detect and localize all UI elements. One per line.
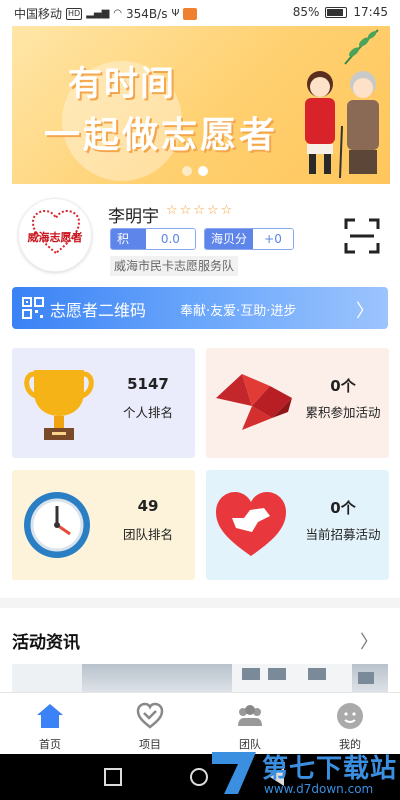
elderly-woman-illustration <box>339 71 379 178</box>
recents-icon[interactable] <box>104 768 122 786</box>
battery-percent: 85% <box>292 5 320 19</box>
user-name: 李明宇 <box>108 207 159 227</box>
status-bar: 中国移动 HD ▂▄▆ ◠ 354B/s Ψ 85% 17:45 <box>0 0 400 26</box>
news-more-chevron-icon[interactable]: 〉 <box>360 628 378 654</box>
volunteer-qr-code-button[interactable]: 志愿者二维码 奉献·友爱·互助·进步 〉 <box>12 287 388 329</box>
tab-label: 项目 <box>139 738 161 751</box>
qr-banner-title: 志愿者二维码 <box>50 301 147 320</box>
section-divider <box>0 598 400 608</box>
home-nav-icon[interactable] <box>190 768 208 786</box>
banner-line-2: 一起做志愿者 <box>44 115 279 156</box>
trophy-icon <box>24 370 94 440</box>
battery-icon <box>325 6 348 18</box>
leaf-decoration-icon <box>344 29 379 65</box>
stat-card-activities-joined[interactable]: 0个 累积参加活动 <box>206 348 389 458</box>
seven-logo-icon <box>212 752 256 794</box>
team-name: 威海市民卡志愿服务队 <box>110 256 239 276</box>
promo-banner[interactable]: 有时间 一起做志愿者 <box>12 26 390 184</box>
banner-pagination <box>182 166 208 176</box>
watermark-text: 第七下载站 <box>262 754 398 784</box>
stat-label: 累积参加活动 <box>305 405 381 420</box>
network-speed: 354B/s <box>126 6 168 21</box>
heart-outline-icon <box>136 702 164 729</box>
banner-dot-active[interactable] <box>198 166 208 176</box>
team-icon <box>238 705 262 726</box>
stat-value: 49 <box>137 497 159 515</box>
stat-value: 5147 <box>127 375 169 393</box>
haibei-badge: 海贝分 +0 <box>204 228 294 250</box>
tab-projects[interactable]: 项目 <box>100 693 200 755</box>
banner-dot[interactable] <box>182 166 192 176</box>
stat-label: 当前招募活动 <box>305 527 381 542</box>
stat-card-recruiting-activities[interactable]: 0个 当前招募活动 <box>206 470 389 580</box>
points-badge: 积分 0.0 <box>110 228 196 250</box>
banner-line-1: 有时间 <box>68 64 176 104</box>
clock-time: 17:45 <box>353 5 388 19</box>
qr-banner-slogan: 奉献·友爱·互助·进步 <box>180 304 297 319</box>
stat-label: 个人排名 <box>122 405 173 420</box>
tab-label: 首页 <box>39 738 61 751</box>
points-value: 0.0 <box>145 229 195 249</box>
star-rating: ☆☆☆☆☆ <box>166 203 235 218</box>
wifi-icon: ◠ <box>113 8 123 19</box>
profile-icon <box>337 703 363 729</box>
news-section-title: 活动资讯 <box>12 633 80 653</box>
news-image[interactable] <box>12 664 388 692</box>
stat-card-team-rank[interactable]: 49 团队排名 <box>12 470 195 580</box>
heart-hand-icon <box>216 492 286 556</box>
app-notification-icon <box>183 7 198 20</box>
chevron-right-icon: 〉 <box>356 301 374 322</box>
watermark-url: www.d7down.com <box>264 782 374 796</box>
site-watermark: 第七下载站 www.d7down.com <box>208 744 398 800</box>
qr-code-icon <box>22 297 44 319</box>
haibei-label: 海贝分 <box>205 229 254 249</box>
usb-icon: Ψ <box>171 8 180 19</box>
haibei-value: +0 <box>253 229 293 249</box>
points-label: 积分 <box>111 229 146 249</box>
signal-icon: ▂▄▆ <box>86 8 110 19</box>
clock-icon <box>24 492 90 558</box>
hd-icon: HD <box>66 7 83 20</box>
home-icon <box>37 704 63 728</box>
carrier-name: 中国移动 <box>14 7 63 21</box>
tab-home[interactable]: 首页 <box>0 693 100 755</box>
dove-icon <box>216 374 292 430</box>
volunteer-girl-illustration <box>305 71 335 174</box>
stat-value: 0个 <box>330 499 356 517</box>
scan-icon[interactable] <box>344 218 380 254</box>
stat-value: 0个 <box>330 377 356 395</box>
stat-card-personal-rank[interactable]: 5147 个人排名 <box>12 348 195 458</box>
avatar-logo-text: 威海志愿者 <box>27 231 83 244</box>
avatar[interactable]: 威海志愿者 <box>18 198 92 272</box>
stat-label: 团队排名 <box>122 527 173 542</box>
